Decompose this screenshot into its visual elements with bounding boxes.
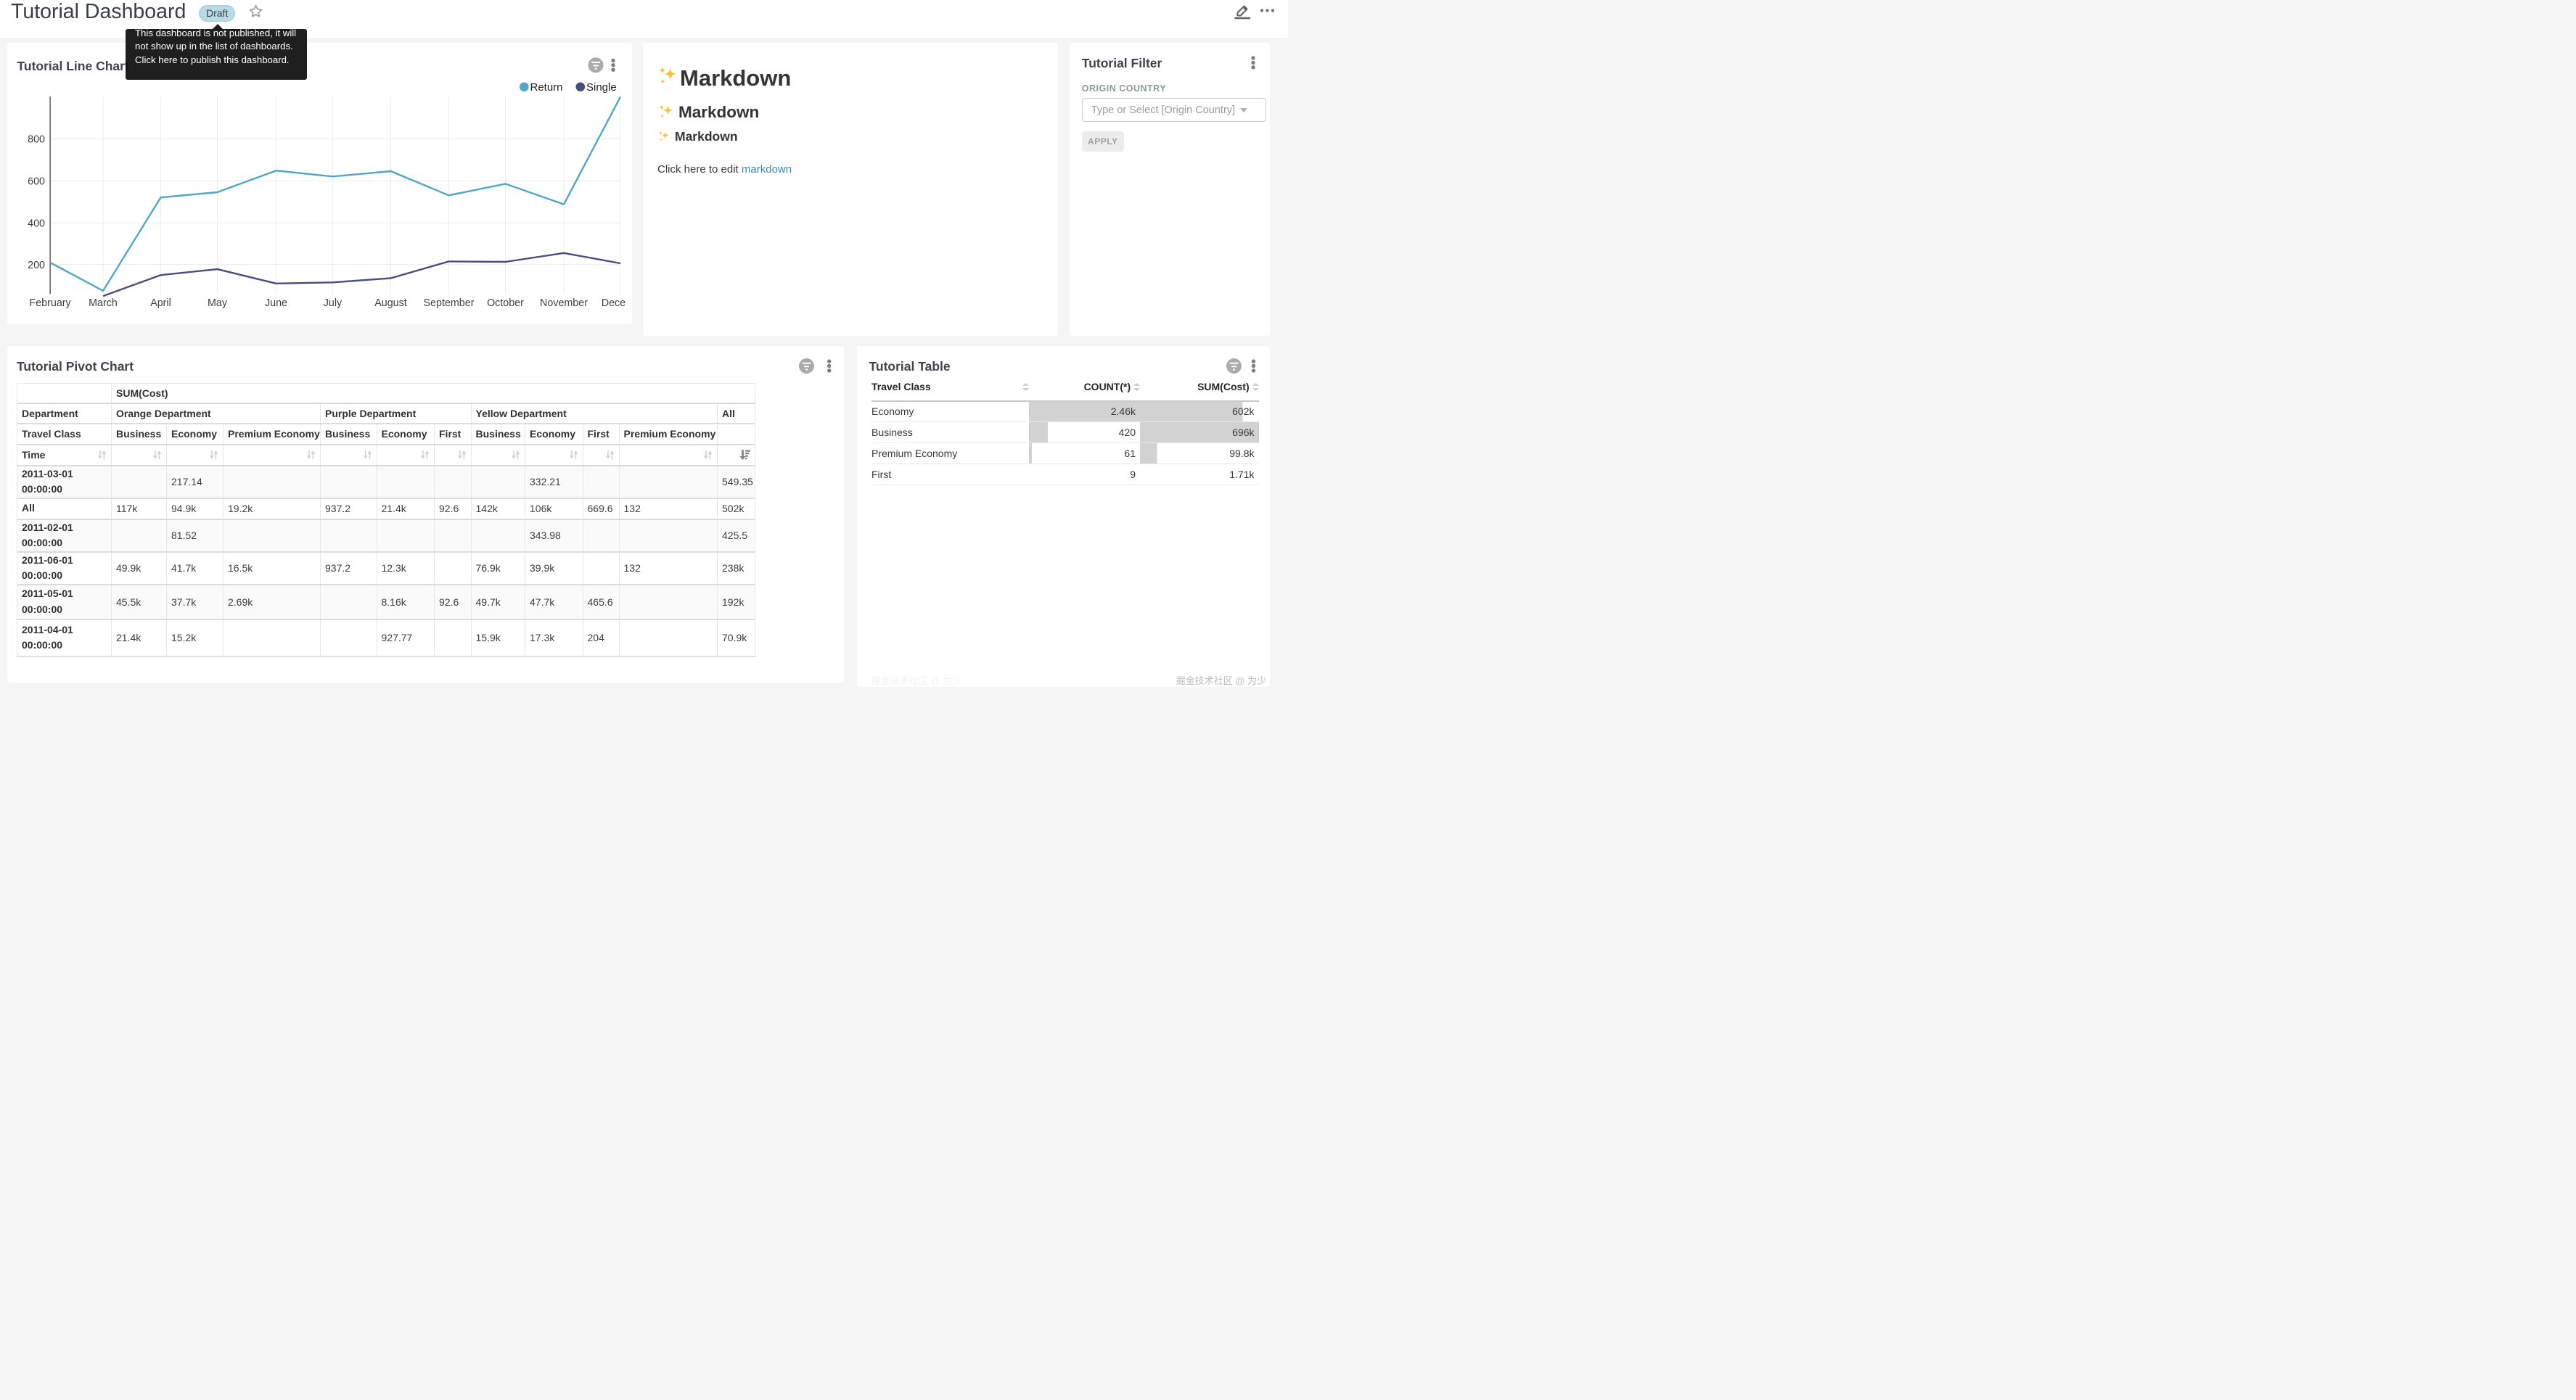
- svg-text:July: July: [323, 297, 342, 309]
- svg-text:400: 400: [28, 218, 45, 230]
- svg-text:March: March: [89, 297, 118, 309]
- svg-text:800: 800: [28, 134, 45, 146]
- svg-text:September: September: [423, 297, 474, 309]
- svg-text:200: 200: [28, 260, 45, 271]
- svg-text:Return: Return: [530, 81, 562, 94]
- svg-text:June: June: [264, 297, 287, 309]
- svg-text:April: April: [150, 297, 171, 309]
- svg-text:August: August: [374, 297, 407, 309]
- svg-text:600: 600: [28, 176, 45, 188]
- svg-text:Single: Single: [586, 81, 617, 94]
- svg-text:November: November: [540, 297, 588, 309]
- svg-text:February: February: [29, 297, 71, 309]
- svg-text:May: May: [207, 297, 227, 309]
- svg-text:Dece: Dece: [601, 297, 625, 309]
- svg-text:October: October: [487, 297, 524, 309]
